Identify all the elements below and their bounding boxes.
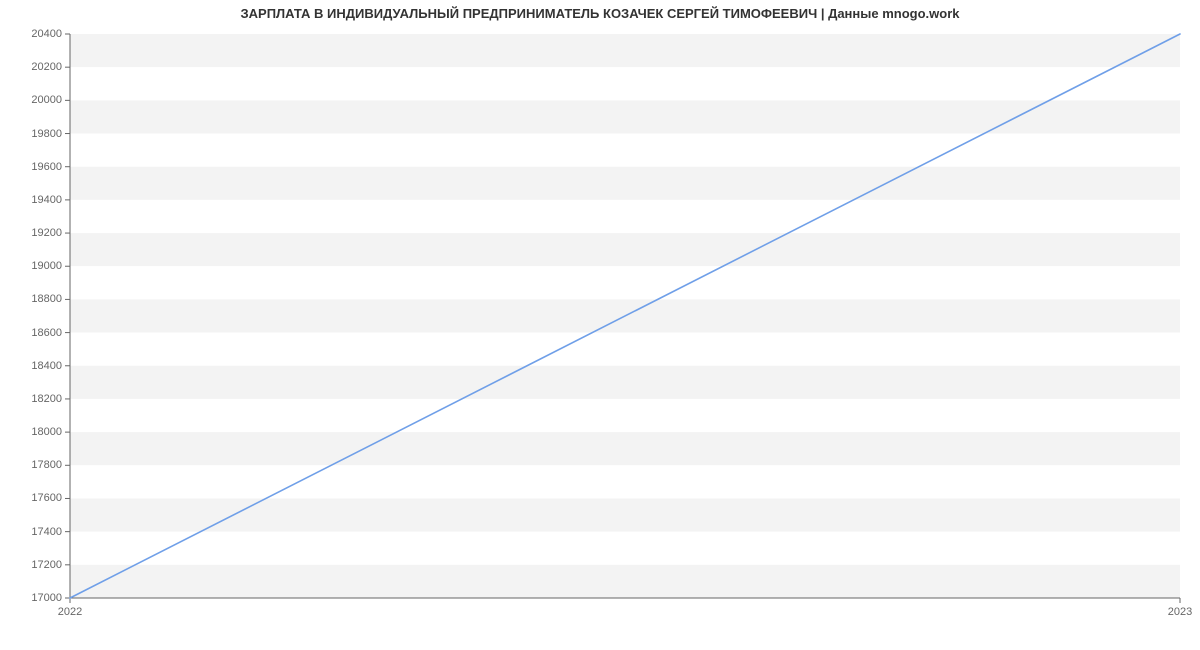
y-tick-label: 18600 (2, 327, 62, 339)
chart-svg (70, 34, 1180, 598)
y-tick-label: 17600 (2, 492, 62, 504)
chart-title: ЗАРПЛАТА В ИНДИВИДУАЛЬНЫЙ ПРЕДПРИНИМАТЕЛ… (0, 6, 1200, 21)
y-tick-label: 18400 (2, 360, 62, 372)
y-tick-label: 18200 (2, 393, 62, 405)
y-tick-label: 18000 (2, 426, 62, 438)
y-tick-label: 18800 (2, 293, 62, 305)
x-tick-label: 2022 (58, 606, 82, 618)
y-tick-label: 19800 (2, 128, 62, 140)
y-tick-label: 20000 (2, 94, 62, 106)
y-tick-label: 17200 (2, 559, 62, 571)
plot-area (70, 34, 1180, 598)
y-tick-label: 20200 (2, 61, 62, 73)
y-tick-label: 17800 (2, 459, 62, 471)
y-tick-label: 19200 (2, 227, 62, 239)
y-tick-label: 19600 (2, 161, 62, 173)
y-tick-label: 17400 (2, 526, 62, 538)
y-tick-label: 17000 (2, 592, 62, 604)
y-tick-label: 19400 (2, 194, 62, 206)
chart-container: ЗАРПЛАТА В ИНДИВИДУАЛЬНЫЙ ПРЕДПРИНИМАТЕЛ… (0, 0, 1200, 650)
x-tick-label: 2023 (1168, 606, 1192, 618)
y-tick-label: 20400 (2, 28, 62, 40)
y-tick-label: 19000 (2, 260, 62, 272)
